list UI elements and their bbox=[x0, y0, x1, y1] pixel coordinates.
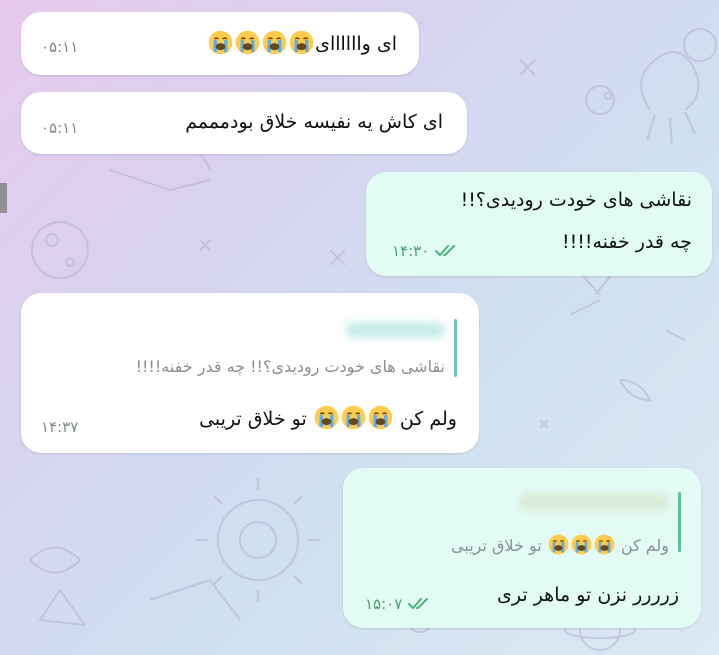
reply-quote-text: ولم کن تو خلاق تریبی bbox=[451, 534, 669, 555]
message-meta: ۱۵:۰۷ bbox=[365, 595, 432, 613]
loudly-crying-face-emoji-icon bbox=[368, 405, 393, 430]
message-time: ۰۵:۱۱ bbox=[41, 38, 79, 56]
loudly-crying-face-emoji-icon bbox=[571, 534, 592, 555]
emoji-group bbox=[547, 534, 616, 555]
reply-quote-bar bbox=[454, 319, 457, 377]
message-bubble-incoming-reply[interactable]: نقاشی های خودت رودیدی؟!! چه قدر خفنه!!!!… bbox=[21, 293, 479, 453]
message-time: ۱۴:۳۷ bbox=[41, 418, 79, 436]
message-bubble-incoming[interactable]: ای کاش یه نفیسه خلاق بودمممم ۰۵:۱۱ bbox=[21, 92, 467, 154]
message-text: ولم کن تو خلاق تریبی bbox=[199, 405, 457, 431]
message-meta: ۱۴:۳۰ bbox=[392, 242, 459, 260]
loudly-crying-face-emoji-icon bbox=[289, 30, 314, 55]
loudly-crying-face-emoji-icon bbox=[314, 405, 339, 430]
scrollbar-handle[interactable] bbox=[0, 183, 7, 213]
loudly-crying-face-emoji-icon bbox=[548, 534, 569, 555]
message-text-start: ولم کن bbox=[399, 408, 457, 430]
loudly-crying-face-emoji-icon bbox=[208, 30, 233, 55]
emoji-group bbox=[207, 30, 315, 55]
message-text-body: ای واااااای bbox=[315, 33, 397, 55]
message-bubble-incoming[interactable]: ای واااااای ۰۵:۱۱ bbox=[21, 12, 419, 75]
message-text: ای کاش یه نفیسه خلاق بودمممم bbox=[185, 111, 443, 133]
message-text-end: تو خلاق تریبی bbox=[199, 408, 307, 430]
reply-text-start: ولم کن bbox=[620, 536, 669, 555]
message-text: زرررر نزن تو ماهر تری bbox=[497, 584, 679, 606]
message-time: ۱۴:۳۰ bbox=[392, 242, 430, 260]
loudly-crying-face-emoji-icon bbox=[235, 30, 260, 55]
emoji-group bbox=[313, 405, 394, 430]
message-bubble-outgoing[interactable]: نقاشی های خودت رودیدی؟!! چه قدر خفنه!!!!… bbox=[366, 172, 712, 276]
reply-quote-text: نقاشی های خودت رودیدی؟!! چه قدر خفنه!!!! bbox=[135, 357, 445, 376]
reply-text-end: تو خلاق تریبی bbox=[451, 536, 542, 555]
message-text: ای واااااای bbox=[207, 30, 397, 56]
double-check-read-icon bbox=[408, 598, 429, 609]
reply-quote-bar bbox=[678, 492, 681, 552]
message-time: ۱۵:۰۷ bbox=[365, 595, 403, 613]
loudly-crying-face-emoji-icon bbox=[262, 30, 287, 55]
message-text-line-2: چه قدر خفنه!!!! bbox=[562, 231, 692, 253]
reply-sender-name-redacted bbox=[519, 494, 669, 510]
reply-sender-name-redacted bbox=[345, 322, 445, 338]
message-time: ۰۵:۱۱ bbox=[41, 119, 79, 137]
message-bubble-outgoing-reply[interactable]: ولم کن تو خلاق تریبی زرررر نزن تو ماهر ت… bbox=[343, 468, 701, 628]
loudly-crying-face-emoji-icon bbox=[341, 405, 366, 430]
double-check-read-icon bbox=[435, 245, 456, 256]
message-text-line-1: نقاشی های خودت رودیدی؟!! bbox=[460, 189, 692, 211]
loudly-crying-face-emoji-icon bbox=[594, 534, 615, 555]
